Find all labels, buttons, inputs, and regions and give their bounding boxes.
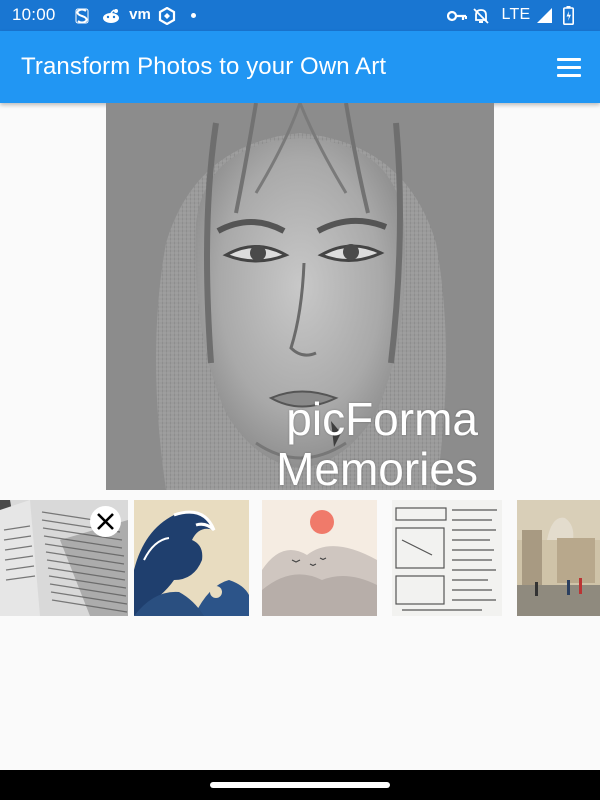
thumbnail-street-painting[interactable] bbox=[517, 500, 600, 616]
notifications-off-icon bbox=[472, 7, 490, 24]
street-painting-image bbox=[517, 500, 600, 616]
close-icon bbox=[97, 513, 114, 530]
remove-photo-button[interactable] bbox=[90, 506, 121, 537]
menu-line bbox=[557, 57, 581, 61]
app-screen: 10:00 vm LTE Transform Photos to your Ow… bbox=[0, 0, 600, 800]
watermark-line1: picForma bbox=[286, 393, 478, 445]
app-title: Transform Photos to your Own Art bbox=[21, 53, 387, 80]
app-bar: Transform Photos to your Own Art bbox=[0, 31, 600, 103]
battery-icon bbox=[562, 6, 574, 25]
watermark-line2: Memories bbox=[276, 443, 478, 490]
vm-icon: vm bbox=[129, 6, 151, 23]
thumbnail-document-photo[interactable] bbox=[0, 500, 128, 616]
signal-icon bbox=[535, 7, 553, 24]
navigation-bar bbox=[0, 770, 600, 800]
great-wave-image bbox=[134, 500, 249, 616]
misty-mountains-image bbox=[262, 500, 377, 616]
home-gesture-handle[interactable] bbox=[210, 782, 390, 788]
hamburger-menu-icon[interactable] bbox=[552, 51, 586, 83]
network-type-label: LTE bbox=[501, 5, 531, 23]
thumbnail-great-wave[interactable] bbox=[134, 500, 249, 616]
sketch-notes-image bbox=[392, 500, 502, 616]
hexagon-app-icon bbox=[158, 6, 176, 25]
s-app-icon bbox=[74, 7, 90, 24]
menu-line bbox=[557, 65, 581, 69]
status-bar: 10:00 vm LTE bbox=[0, 0, 600, 31]
status-time: 10:00 bbox=[12, 5, 56, 24]
menu-line bbox=[557, 73, 581, 77]
notification-dot-icon bbox=[191, 13, 196, 18]
thumbnail-misty-mountains[interactable] bbox=[262, 500, 377, 616]
reddit-icon bbox=[101, 7, 121, 24]
vpn-key-icon bbox=[447, 7, 467, 24]
thumbnail-strip[interactable] bbox=[0, 500, 600, 616]
thumbnail-sketch-notes[interactable] bbox=[392, 500, 502, 616]
preview-image[interactable]: picForma Memories bbox=[106, 103, 494, 490]
